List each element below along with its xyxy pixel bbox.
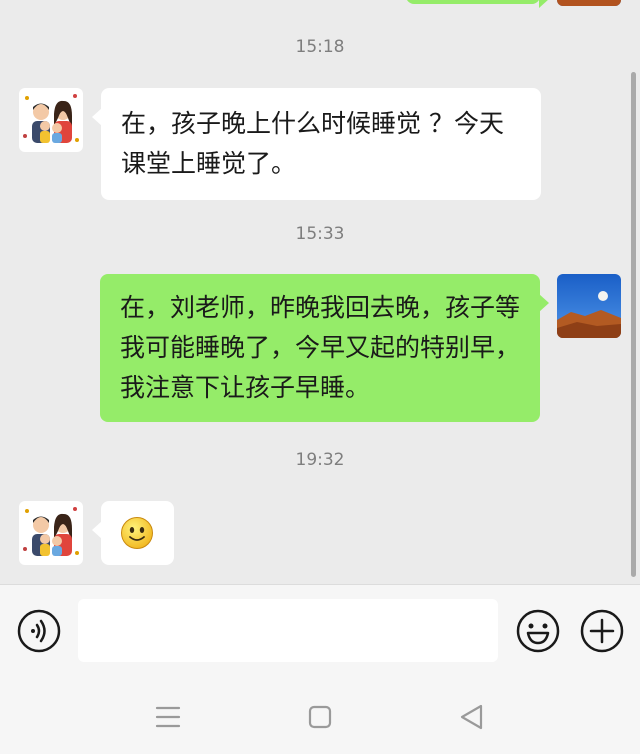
incoming-message-1[interactable]: 在，孩子晚上什么时候睡觉 ？今天课堂上睡觉了。 [92,88,541,200]
message-input[interactable] [78,599,498,662]
nav-back-button[interactable] [450,695,494,739]
chat-area[interactable]: 15:18 在，孩子晚上什么时候睡觉 ？今天课堂上睡觉了。 15:33 在，刘老… [0,0,640,584]
emoji-face-icon [516,609,560,653]
voice-icon [17,609,61,653]
contact-avatar[interactable] [19,88,83,152]
message-text: 在，孩子晚上什么时候睡觉 ？今天课堂上睡觉了。 [121,109,504,178]
plus-button[interactable] [580,609,624,653]
nav-home-button[interactable] [298,695,342,739]
input-panel [0,584,640,754]
incoming-message-2[interactable] [92,501,174,565]
plus-icon [580,609,624,653]
message-text: 在，刘老师，昨晚我回去晚，孩子等我可能睡晚了，今早又起的特别早，我注意下让孩子早… [120,293,521,402]
smile-emoji-icon [120,516,154,550]
chat-scrollbar[interactable] [631,72,636,577]
home-square-icon [308,705,332,729]
timestamp-1: 15:18 [295,37,345,57]
back-triangle-icon [460,704,483,730]
outgoing-message-1[interactable]: 在，刘老师，昨晚我回去晚，孩子等我可能睡晚了，今早又起的特别早，我注意下让孩子早… [100,274,549,422]
emoji-button[interactable] [516,609,560,653]
system-nav-bar [0,685,640,754]
nav-menu-button[interactable] [146,695,190,739]
contact-avatar[interactable] [19,501,83,565]
my-avatar[interactable] [557,274,621,338]
menu-icon [155,706,181,728]
my-avatar-partial[interactable] [557,0,621,6]
previous-outgoing-bubble[interactable] [406,0,549,8]
voice-button[interactable] [17,609,61,653]
timestamp-2: 15:33 [295,224,345,244]
timestamp-3: 19:32 [295,450,345,470]
